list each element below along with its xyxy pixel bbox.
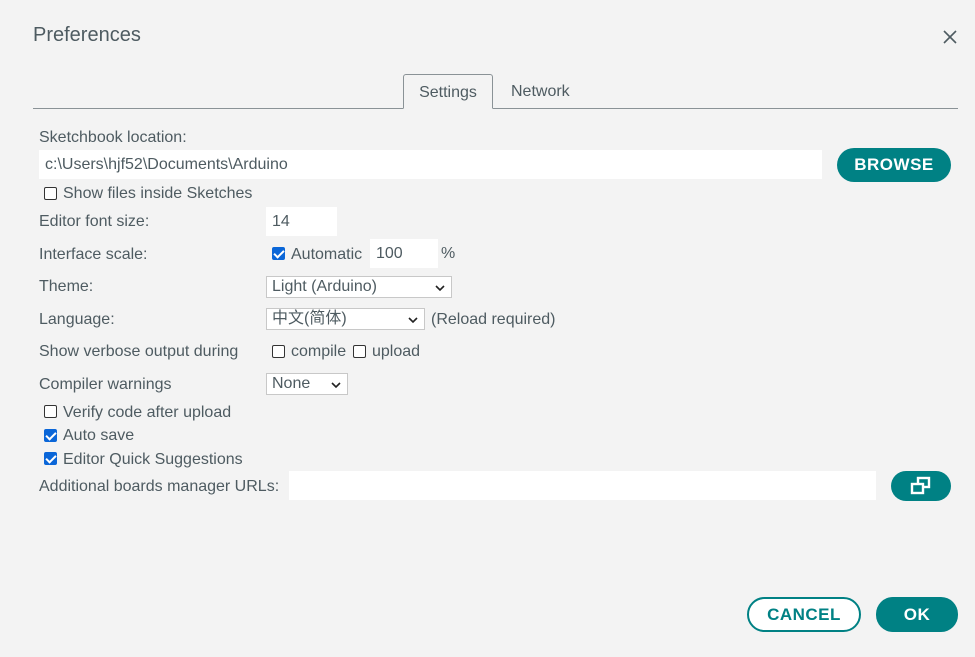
boards-urls-input[interactable] bbox=[289, 471, 876, 500]
warnings-select-value: None bbox=[272, 375, 311, 392]
font-size-label: Editor font size: bbox=[39, 213, 150, 230]
show-files-label: Show files inside Sketches bbox=[63, 185, 253, 202]
chevron-down-icon bbox=[435, 285, 445, 292]
chevron-down-icon bbox=[408, 317, 418, 324]
scale-value-input[interactable] bbox=[370, 239, 438, 268]
warnings-select[interactable]: None bbox=[266, 373, 348, 395]
verbose-compile-checkbox[interactable] bbox=[272, 345, 285, 358]
close-icon[interactable] bbox=[939, 26, 961, 48]
verbose-label: Show verbose output during bbox=[39, 343, 239, 360]
theme-select[interactable]: Light (Arduino) bbox=[266, 276, 452, 298]
tab-settings[interactable]: Settings bbox=[403, 74, 493, 109]
browse-button[interactable]: BROWSE bbox=[837, 148, 951, 182]
quick-suggestions-checkbox[interactable] bbox=[44, 452, 57, 465]
chevron-down-icon bbox=[331, 382, 341, 389]
cancel-button[interactable]: CANCEL bbox=[747, 597, 861, 632]
scale-unit: % bbox=[441, 245, 456, 262]
tab-network[interactable]: Network bbox=[511, 74, 570, 109]
quick-suggestions-label: Editor Quick Suggestions bbox=[63, 451, 243, 468]
scale-auto-checkbox[interactable] bbox=[272, 247, 285, 260]
dialog-title: Preferences bbox=[33, 24, 141, 46]
open-window-icon bbox=[910, 476, 931, 495]
autosave-checkbox[interactable] bbox=[44, 429, 57, 442]
verify-checkbox[interactable] bbox=[44, 405, 57, 418]
font-size-input[interactable] bbox=[266, 207, 337, 236]
warnings-label: Compiler warnings bbox=[39, 376, 172, 393]
show-files-checkbox[interactable] bbox=[44, 187, 57, 200]
verbose-upload-checkbox[interactable] bbox=[353, 345, 366, 358]
verbose-upload-label: upload bbox=[372, 343, 421, 360]
theme-label: Theme: bbox=[39, 278, 94, 295]
boards-urls-label: Additional boards manager URLs: bbox=[39, 478, 280, 495]
ok-button[interactable]: OK bbox=[876, 597, 958, 632]
language-select-value: 中文(简体) bbox=[272, 310, 347, 327]
scale-label: Interface scale: bbox=[39, 246, 148, 263]
language-select[interactable]: 中文(简体) bbox=[266, 308, 425, 330]
sketchbook-label: Sketchbook location: bbox=[39, 129, 187, 146]
boards-urls-edit-button[interactable] bbox=[891, 471, 951, 501]
language-note: (Reload required) bbox=[431, 311, 556, 328]
verify-label: Verify code after upload bbox=[63, 404, 232, 421]
theme-select-value: Light (Arduino) bbox=[272, 278, 377, 295]
scale-auto-label: Automatic bbox=[291, 246, 363, 263]
tab-divider bbox=[33, 108, 958, 109]
sketchbook-path-input[interactable] bbox=[39, 150, 822, 179]
language-label: Language: bbox=[39, 311, 115, 328]
verbose-compile-label: compile bbox=[291, 343, 347, 360]
autosave-label: Auto save bbox=[63, 427, 135, 444]
